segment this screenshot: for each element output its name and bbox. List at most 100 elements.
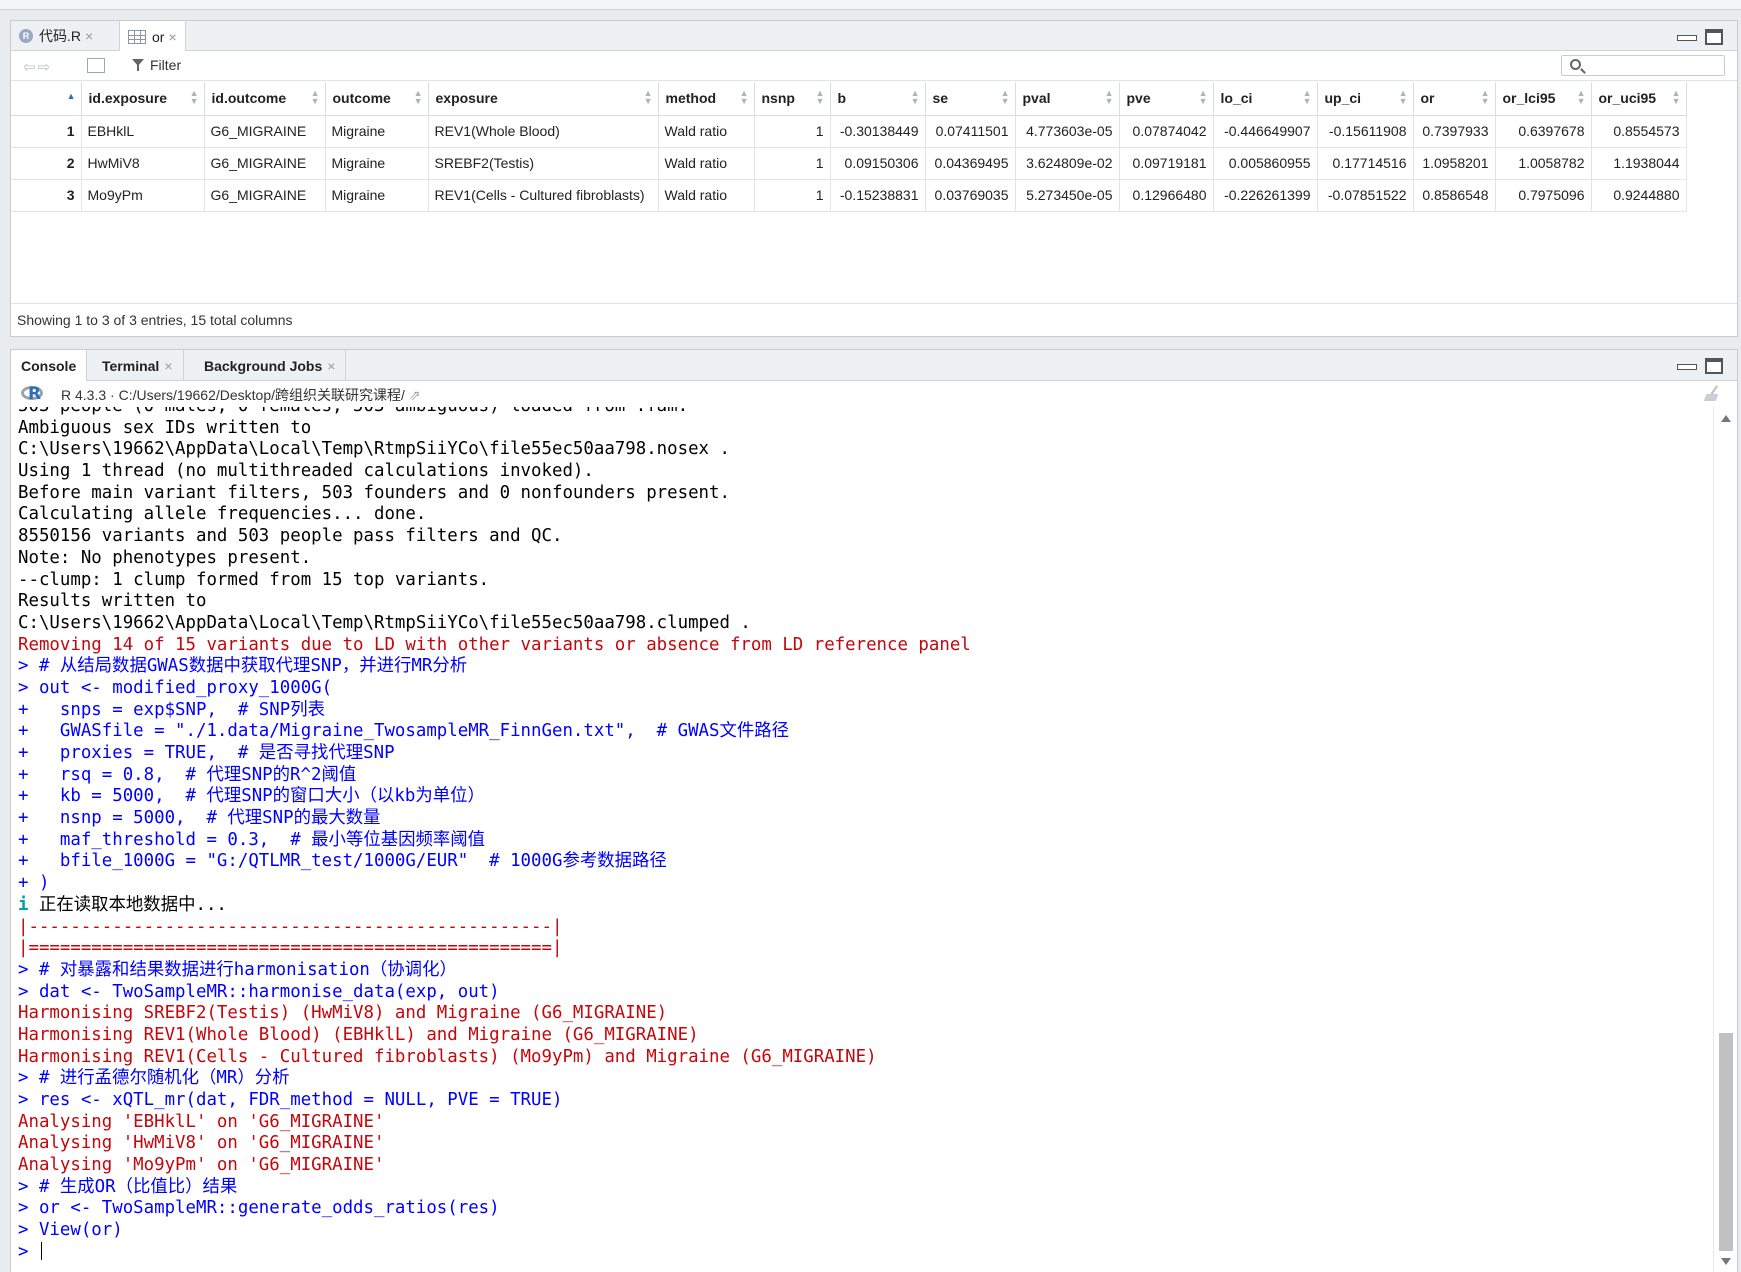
scroll-up-icon[interactable]	[1721, 415, 1731, 422]
table-cell[interactable]: 0.8586548	[1413, 179, 1496, 212]
sort-icon[interactable]: ▲ ▼	[311, 89, 320, 106]
table-cell[interactable]: HwMiV8	[81, 147, 205, 180]
table-cell[interactable]: -0.226261399	[1213, 179, 1318, 212]
column-header[interactable]: exposure ▲ ▼	[428, 82, 659, 116]
search-input[interactable]	[1561, 55, 1725, 76]
table-cell[interactable]: Wald ratio	[658, 115, 755, 148]
sort-icon[interactable]: ▲ ▼	[740, 89, 749, 106]
table-cell[interactable]: 3	[11, 179, 82, 212]
minimize-pane-button[interactable]	[1677, 29, 1697, 43]
clear-console-icon[interactable]	[1703, 385, 1723, 403]
table-cell[interactable]: 0.6397678	[1495, 115, 1592, 148]
close-icon[interactable]: ×	[164, 358, 172, 374]
sort-icon[interactable]: ▲ ▼	[644, 89, 653, 106]
table-cell[interactable]: 0.005860955	[1213, 147, 1318, 180]
goto-directory-icon[interactable]: ⇗	[409, 387, 421, 403]
table-cell[interactable]: 1.0958201	[1413, 147, 1496, 180]
tab-script[interactable]: R 代码.R ×	[11, 21, 101, 51]
sort-icon[interactable]: ▲	[67, 92, 76, 101]
tab-console[interactable]: Console	[11, 350, 88, 382]
table-cell[interactable]: G6_MIGRAINE	[204, 115, 326, 148]
table-cell[interactable]: Migraine	[325, 179, 429, 212]
scroll-down-icon[interactable]	[1721, 1258, 1731, 1265]
table-cell[interactable]: 0.8554573	[1591, 115, 1687, 148]
back-forward-icon[interactable]: ⇦⇨	[23, 58, 52, 76]
sort-icon[interactable]: ▲ ▼	[1481, 89, 1490, 106]
table-cell[interactable]: 1	[754, 179, 831, 212]
table-cell[interactable]: 2	[11, 147, 82, 180]
column-header[interactable]: b ▲ ▼	[830, 82, 926, 116]
sort-icon[interactable]: ▲ ▼	[911, 89, 920, 106]
table-cell[interactable]: 4.773603e-05	[1015, 115, 1120, 148]
table-cell[interactable]: -0.30138449	[830, 115, 926, 148]
column-header[interactable]: pval ▲ ▼	[1015, 82, 1120, 116]
console-output[interactable]: 503 people (0 males, 0 females, 503 ambi…	[11, 407, 1713, 1272]
column-header[interactable]: lo_ci ▲ ▼	[1213, 82, 1318, 116]
table-cell[interactable]: EBHklL	[81, 115, 205, 148]
sort-icon[interactable]: ▲ ▼	[1199, 89, 1208, 106]
table-cell[interactable]: REV1(Cells - Cultured fibroblasts)	[428, 179, 659, 212]
table-cell[interactable]: Wald ratio	[658, 179, 755, 212]
sort-icon[interactable]: ▲ ▼	[1001, 89, 1010, 106]
table-cell[interactable]: 0.09150306	[830, 147, 926, 180]
column-header[interactable]: nsnp ▲ ▼	[754, 82, 831, 116]
table-cell[interactable]: 0.03769035	[925, 179, 1016, 212]
table-cell[interactable]: 0.7975096	[1495, 179, 1592, 212]
column-header[interactable]: outcome ▲ ▼	[325, 82, 429, 116]
table-cell[interactable]: 0.9244880	[1591, 179, 1687, 212]
tab-background-jobs[interactable]: Background Jobs ×	[194, 350, 347, 381]
column-header[interactable]: id.exposure ▲ ▼	[81, 82, 205, 116]
popout-icon[interactable]	[87, 58, 105, 73]
table-cell[interactable]: REV1(Whole Blood)	[428, 115, 659, 148]
column-header[interactable]: or_lci95 ▲ ▼	[1495, 82, 1592, 116]
table-cell[interactable]: SREBF2(Testis)	[428, 147, 659, 180]
sort-icon[interactable]: ▲ ▼	[190, 89, 199, 106]
table-cell[interactable]: Mo9yPm	[81, 179, 205, 212]
column-header[interactable]: or ▲ ▼	[1413, 82, 1496, 116]
console-scrollbar[interactable]	[1713, 407, 1737, 1272]
sort-icon[interactable]: ▲ ▼	[1105, 89, 1114, 106]
table-cell[interactable]: 3.624809e-02	[1015, 147, 1120, 180]
table-cell[interactable]: 0.12966480	[1119, 179, 1214, 212]
scroll-thumb[interactable]	[1719, 1033, 1733, 1251]
table-cell[interactable]: -0.15238831	[830, 179, 926, 212]
table-cell[interactable]: Migraine	[325, 115, 429, 148]
column-header[interactable]: ▲	[11, 82, 82, 116]
table-cell[interactable]: G6_MIGRAINE	[204, 179, 326, 212]
sort-icon[interactable]: ▲ ▼	[414, 89, 423, 106]
column-header[interactable]: or_uci95 ▲ ▼	[1591, 82, 1687, 116]
maximize-pane-button[interactable]	[1705, 358, 1723, 374]
table-cell[interactable]: Wald ratio	[658, 147, 755, 180]
column-header[interactable]: id.outcome ▲ ▼	[204, 82, 326, 116]
tab-or[interactable]: or ×	[119, 21, 186, 52]
maximize-pane-button[interactable]	[1705, 29, 1723, 45]
close-icon[interactable]: ×	[85, 28, 93, 44]
sort-icon[interactable]: ▲ ▼	[816, 89, 825, 106]
table-cell[interactable]: 1.1938044	[1591, 147, 1687, 180]
table-cell[interactable]: 1	[754, 147, 831, 180]
tab-terminal[interactable]: Terminal ×	[92, 350, 184, 381]
table-cell[interactable]: -0.15611908	[1317, 115, 1414, 148]
sort-icon[interactable]: ▲ ▼	[1672, 89, 1681, 106]
column-header[interactable]: up_ci ▲ ▼	[1317, 82, 1414, 116]
table-cell[interactable]: 1	[11, 115, 82, 148]
column-header[interactable]: pve ▲ ▼	[1119, 82, 1214, 116]
table-cell[interactable]: -0.07851522	[1317, 179, 1414, 212]
table-cell[interactable]: 1	[754, 115, 831, 148]
table-cell[interactable]: 0.09719181	[1119, 147, 1214, 180]
minimize-pane-button[interactable]	[1677, 358, 1697, 372]
close-icon[interactable]: ×	[168, 29, 176, 45]
table-cell[interactable]: 0.07874042	[1119, 115, 1214, 148]
close-icon[interactable]: ×	[327, 358, 335, 374]
column-header[interactable]: method ▲ ▼	[658, 82, 755, 116]
table-cell[interactable]: 5.273450e-05	[1015, 179, 1120, 212]
table-cell[interactable]: 0.17714516	[1317, 147, 1414, 180]
working-directory[interactable]: · C:/Users/19662/Desktop/跨组织关联研究课程/	[110, 387, 405, 403]
sort-icon[interactable]: ▲ ▼	[1399, 89, 1408, 106]
sort-icon[interactable]: ▲ ▼	[1577, 89, 1586, 106]
column-header[interactable]: se ▲ ▼	[925, 82, 1016, 116]
table-cell[interactable]: G6_MIGRAINE	[204, 147, 326, 180]
table-cell[interactable]: 1.0058782	[1495, 147, 1592, 180]
table-cell[interactable]: Migraine	[325, 147, 429, 180]
table-cell[interactable]: 0.7397933	[1413, 115, 1496, 148]
